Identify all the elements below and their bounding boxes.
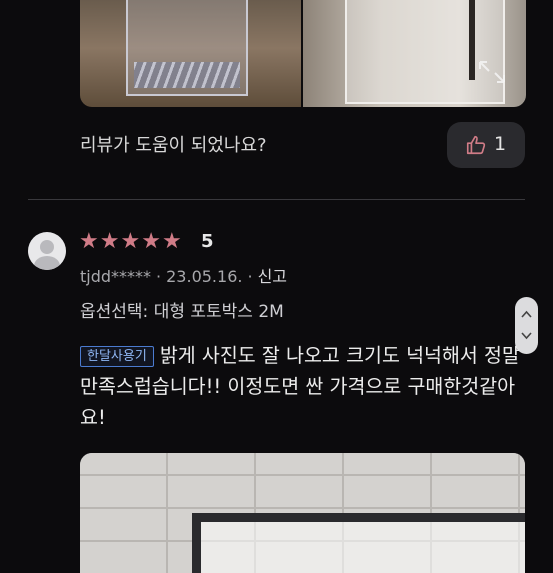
photobox-image [126,0,248,96]
photobox-image [192,513,525,573]
review-photo-2[interactable] [303,0,526,107]
review-divider [28,199,525,200]
photobox-image [345,0,505,104]
default-avatar-icon [28,232,66,270]
reviewer-name: tjdd***** [80,267,152,286]
expand-icon[interactable] [478,60,506,84]
star-icon: ★ [79,229,99,254]
purchase-option: 옵션선택: 대형 포토박스 2M [80,302,284,322]
rating-number: 5 [201,231,214,252]
meta-separator: · [156,267,162,286]
chevron-down-icon[interactable] [521,332,532,340]
star-icon: ★ [161,229,182,254]
thumbs-up-icon [466,135,486,155]
report-link[interactable]: 신고 [258,267,287,286]
star-icon: ★ [99,229,120,254]
chevron-up-icon[interactable] [521,310,532,318]
helpful-question: 리뷰가 도움이 되었나요? [80,135,267,156]
star-icon: ★ [141,229,161,254]
review-photo-1[interactable] [80,0,301,107]
meta-separator: · [247,267,253,286]
usage-badge: 한달사용기 [80,346,154,367]
previous-review-photos [80,0,526,107]
like-button[interactable]: 1 [447,122,525,168]
star-icon: ★ [120,229,141,254]
review-photo-3[interactable] [80,453,525,573]
review-date: 23.05.16. [166,267,243,286]
like-count: 1 [494,133,507,155]
review-meta: tjdd***** · 23.05.16. · 신고 [80,263,287,287]
review-body: 한달사용기 밝게 사진도 잘 나오고 크기도 넉넉해서 정말 만족스럽습니다!! … [80,340,525,433]
star-rating: ★ ★ ★ ★ ★ [79,230,182,254]
